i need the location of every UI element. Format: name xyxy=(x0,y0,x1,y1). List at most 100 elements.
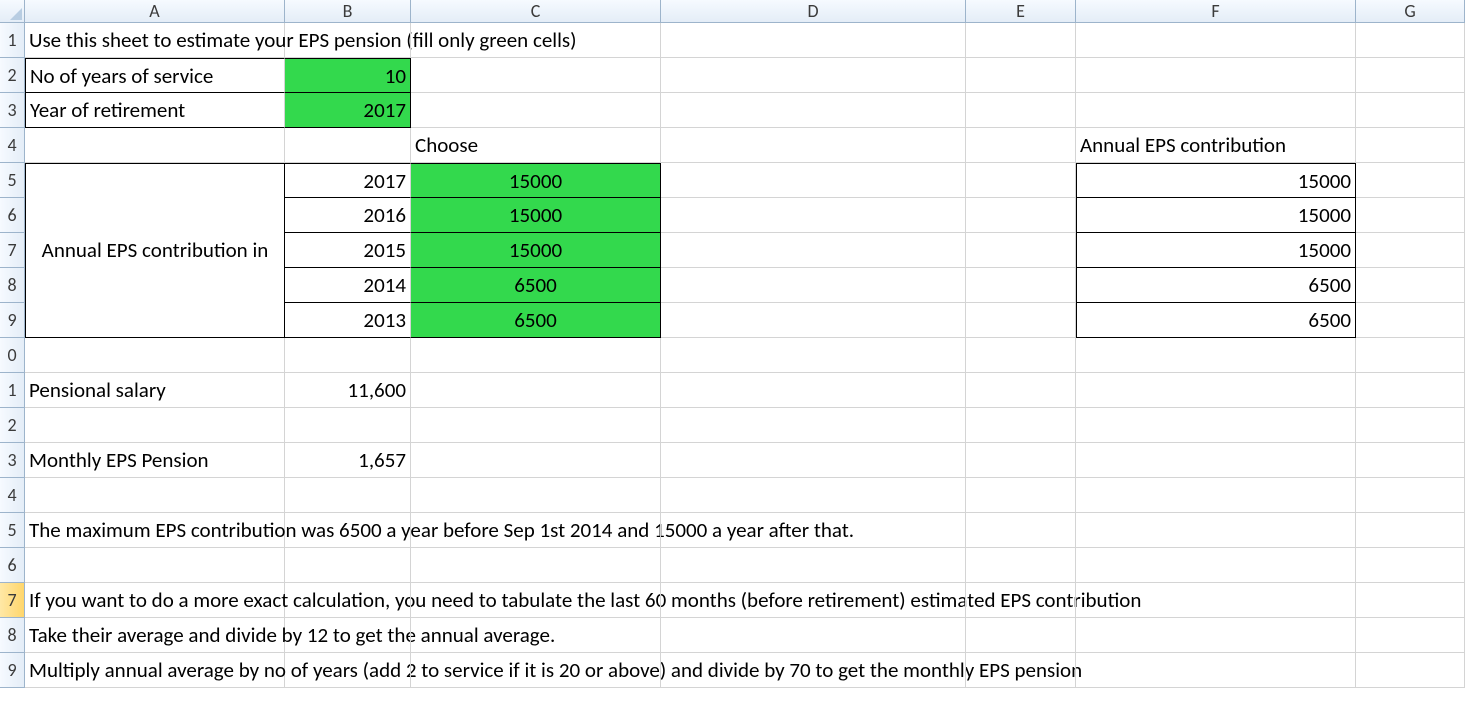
cell-F9[interactable]: 6500 xyxy=(1076,303,1356,338)
cell-G7[interactable] xyxy=(1356,233,1465,268)
cell-F4[interactable]: Annual EPS contribution xyxy=(1076,128,1356,163)
cell-G9[interactable] xyxy=(1356,303,1465,338)
row-header-3[interactable]: 3 xyxy=(0,93,25,128)
cell-G3[interactable] xyxy=(1356,93,1465,128)
cell-E4[interactable] xyxy=(966,128,1076,163)
cell-E16[interactable] xyxy=(966,548,1076,583)
cell-F7[interactable]: 15000 xyxy=(1076,233,1356,268)
cell-C17[interactable] xyxy=(411,583,661,618)
cell-E18[interactable] xyxy=(966,618,1076,653)
col-header-C[interactable]: C xyxy=(411,0,661,23)
cell-G18[interactable] xyxy=(1356,618,1465,653)
cell-B10[interactable] xyxy=(285,338,411,373)
row-header-1[interactable]: 1 xyxy=(0,23,25,58)
cell-G11[interactable] xyxy=(1356,373,1465,408)
cell-B14[interactable] xyxy=(285,478,411,513)
cell-B13[interactable]: 1,657 xyxy=(285,443,411,478)
row-header-16[interactable]: 6 xyxy=(0,548,25,583)
cell-G6[interactable] xyxy=(1356,198,1465,233)
cell-C9[interactable]: 6500 xyxy=(411,303,661,338)
cell-D11[interactable] xyxy=(661,373,966,408)
cell-A1[interactable]: Use this sheet to estimate your EPS pens… xyxy=(25,23,285,58)
cell-E13[interactable] xyxy=(966,443,1076,478)
cell-A15[interactable]: The maximum EPS contribution was 6500 a … xyxy=(25,513,285,548)
cell-G12[interactable] xyxy=(1356,408,1465,443)
cell-C5[interactable]: 15000 xyxy=(411,163,661,198)
row-header-12[interactable]: 2 xyxy=(0,408,25,443)
cell-F10[interactable] xyxy=(1076,338,1356,373)
cell-E10[interactable] xyxy=(966,338,1076,373)
cell-C14[interactable] xyxy=(411,478,661,513)
row-header-5[interactable]: 5 xyxy=(0,163,25,198)
cell-E9[interactable] xyxy=(966,303,1076,338)
col-header-E[interactable]: E xyxy=(966,0,1076,23)
cell-G8[interactable] xyxy=(1356,268,1465,303)
cell-B1[interactable] xyxy=(285,23,411,58)
cell-E2[interactable] xyxy=(966,58,1076,93)
cell-F8[interactable]: 6500 xyxy=(1076,268,1356,303)
cell-F11[interactable] xyxy=(1076,373,1356,408)
cell-F19[interactable] xyxy=(1076,653,1356,688)
cell-E3[interactable] xyxy=(966,93,1076,128)
cell-B4[interactable] xyxy=(285,128,411,163)
cell-C13[interactable] xyxy=(411,443,661,478)
cell-F12[interactable] xyxy=(1076,408,1356,443)
cell-F18[interactable] xyxy=(1076,618,1356,653)
col-header-B[interactable]: B xyxy=(285,0,411,23)
row-header-6[interactable]: 6 xyxy=(0,198,25,233)
select-all-corner[interactable] xyxy=(0,0,25,23)
cell-D1[interactable] xyxy=(661,23,966,58)
cell-G10[interactable] xyxy=(1356,338,1465,373)
cell-A4[interactable] xyxy=(25,128,285,163)
row-header-7[interactable]: 7 xyxy=(0,233,25,268)
cell-D14[interactable] xyxy=(661,478,966,513)
cell-D19[interactable] xyxy=(661,653,966,688)
cell-B3[interactable]: 2017 xyxy=(285,93,411,128)
row-header-19[interactable]: 9 xyxy=(0,653,25,688)
cell-F3[interactable] xyxy=(1076,93,1356,128)
row-header-4[interactable]: 4 xyxy=(0,128,25,163)
cell-A12[interactable] xyxy=(25,408,285,443)
cell-D9[interactable] xyxy=(661,303,966,338)
cell-B5[interactable]: 2017 xyxy=(285,163,411,198)
cell-F1[interactable] xyxy=(1076,23,1356,58)
cell-D16[interactable] xyxy=(661,548,966,583)
cell-F14[interactable] xyxy=(1076,478,1356,513)
cell-A14[interactable] xyxy=(25,478,285,513)
cell-A3[interactable]: Year of retirement xyxy=(25,93,285,128)
cell-D10[interactable] xyxy=(661,338,966,373)
cell-G1[interactable] xyxy=(1356,23,1465,58)
cell-C7[interactable]: 15000 xyxy=(411,233,661,268)
cell-A13[interactable]: Monthly EPS Pension xyxy=(25,443,285,478)
row-header-13[interactable]: 3 xyxy=(0,443,25,478)
cell-G16[interactable] xyxy=(1356,548,1465,583)
cell-C16[interactable] xyxy=(411,548,661,583)
cell-B18[interactable] xyxy=(285,618,411,653)
cell-G19[interactable] xyxy=(1356,653,1465,688)
cell-C8[interactable]: 6500 xyxy=(411,268,661,303)
cell-B17[interactable] xyxy=(285,583,411,618)
row-header-2[interactable]: 2 xyxy=(0,58,25,93)
cell-B2[interactable]: 10 xyxy=(285,58,411,93)
cell-F13[interactable] xyxy=(1076,443,1356,478)
cell-B15[interactable] xyxy=(285,513,411,548)
cell-A10[interactable] xyxy=(25,338,285,373)
cell-C11[interactable] xyxy=(411,373,661,408)
cell-D4[interactable] xyxy=(661,128,966,163)
cell-D15[interactable] xyxy=(661,513,966,548)
row-header-17[interactable]: 7 xyxy=(0,583,25,618)
cell-E1[interactable] xyxy=(966,23,1076,58)
cell-E11[interactable] xyxy=(966,373,1076,408)
col-header-A[interactable]: A xyxy=(25,0,285,23)
cell-C4[interactable]: Choose xyxy=(411,128,661,163)
cell-D7[interactable] xyxy=(661,233,966,268)
cell-C19[interactable] xyxy=(411,653,661,688)
cell-D2[interactable] xyxy=(661,58,966,93)
cell-A19[interactable]: Multiply annual average by no of years (… xyxy=(25,653,285,688)
cell-D13[interactable] xyxy=(661,443,966,478)
cell-A18[interactable]: Take their average and divide by 12 to g… xyxy=(25,618,285,653)
cell-C18[interactable] xyxy=(411,618,661,653)
cell-B19[interactable] xyxy=(285,653,411,688)
cell-C3[interactable] xyxy=(411,93,661,128)
cell-G17[interactable] xyxy=(1356,583,1465,618)
